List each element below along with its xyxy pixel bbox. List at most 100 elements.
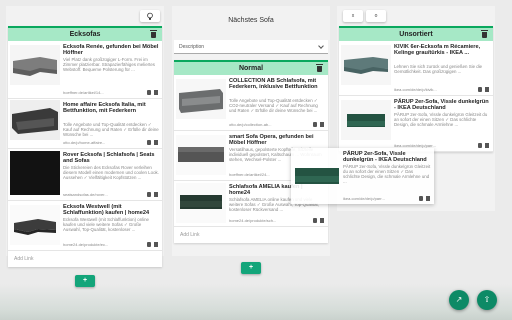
card-url[interactable]: seatsandsofas.de/rover... bbox=[63, 192, 123, 197]
column-header: Nächstes Sofa bbox=[172, 6, 330, 36]
trash-icon[interactable] bbox=[154, 192, 158, 197]
copy-icon[interactable] bbox=[147, 140, 151, 145]
card-url[interactable]: otto.de/p/home-affaire... bbox=[63, 140, 123, 145]
trash-icon[interactable] bbox=[316, 64, 323, 72]
trash-icon[interactable] bbox=[154, 90, 158, 95]
card-url[interactable]: ikea.com/de/de/p/kivik... bbox=[394, 87, 454, 92]
card-thumbnail bbox=[341, 100, 391, 140]
bulb-icon[interactable] bbox=[140, 10, 160, 22]
list-title[interactable]: Unsortiert bbox=[399, 31, 432, 38]
card-thumbnail bbox=[341, 45, 391, 85]
link-card[interactable]: Rover Ecksofa | Schlafsofa | Seats and S… bbox=[8, 149, 162, 201]
column-toolbar: x o bbox=[337, 6, 495, 26]
card-thumbnail bbox=[10, 100, 60, 140]
card-thumbnail bbox=[10, 205, 60, 245]
trash-icon[interactable] bbox=[154, 140, 158, 145]
copy-icon[interactable] bbox=[147, 90, 151, 95]
card-actions bbox=[313, 218, 324, 223]
card-description: Lehnen Sie sich zurück und genießen Sie … bbox=[394, 64, 483, 74]
add-link-input[interactable]: Add Link bbox=[174, 227, 328, 243]
trash-icon[interactable] bbox=[485, 143, 489, 148]
card-description: Tolle Angebote und Top-Qualität entdecke… bbox=[63, 122, 159, 137]
card-description: Viel Platz dank großzügiger L-Form. Frei… bbox=[63, 57, 155, 72]
copy-icon[interactable] bbox=[478, 87, 482, 92]
close-icon[interactable]: x bbox=[343, 10, 363, 22]
card-title[interactable]: KIVIK 6er-Ecksofa m Récamiere, Kelinge g… bbox=[394, 44, 490, 57]
card-thumbnail bbox=[176, 183, 226, 223]
link-card[interactable]: KIVIK 6er-Ecksofa m Récamiere, Kelinge g… bbox=[339, 41, 493, 96]
trash-icon[interactable] bbox=[150, 30, 157, 38]
card-actions bbox=[478, 143, 489, 148]
bottom-fade bbox=[0, 284, 512, 320]
upload-icon[interactable]: ⇧ bbox=[477, 290, 497, 310]
dragged-link-card[interactable]: PÄRUP 2er-Sofa, Vissle dunkelgrün - IKEA… bbox=[291, 148, 434, 204]
list-header: Normal bbox=[174, 62, 328, 75]
board-column-2: Nächstes Sofa Description Normal COLLECT… bbox=[172, 6, 330, 256]
card-title[interactable]: PÄRUP 2er-Sofa, Vissle dunkelgrün - IKEA… bbox=[343, 151, 431, 164]
card-thumbnail bbox=[176, 135, 226, 175]
list-header: Ecksofas bbox=[8, 28, 162, 41]
link-card[interactable]: PÄRUP 2er-Sofa, Vissle dunkelgrün - IKEA… bbox=[339, 96, 493, 152]
card-description: PÄRUP 2er-Sofa, Vissle dunkelgrün Gleitz… bbox=[394, 112, 488, 127]
card-title[interactable]: Rover Ecksofa | Schlafsofa | Seats and S… bbox=[63, 152, 159, 165]
list-title[interactable]: Normal bbox=[239, 65, 263, 72]
card-actions bbox=[147, 242, 158, 247]
card-url[interactable]: home24.de/produkte/ec... bbox=[63, 242, 123, 247]
copy-icon[interactable] bbox=[419, 196, 423, 201]
copy-icon[interactable] bbox=[313, 218, 317, 223]
card-url[interactable]: ikea.com/de/de/p/parr... bbox=[343, 196, 403, 201]
card-thumbnail bbox=[10, 151, 60, 195]
card-url[interactable]: hoeffner.de/artikel/14... bbox=[63, 90, 123, 95]
card-description: PÄRUP 2er-Sofa, Vissle dunkelgrün Gleitz… bbox=[343, 164, 431, 184]
card-description: Die Stickereien des Ecksofas Rover verle… bbox=[63, 165, 159, 180]
board-column-1: Ecksofas Ecksofa Renée, gefunden bei Möb… bbox=[6, 6, 164, 267]
link-card[interactable]: Home affaire Ecksofa Italia, mit Bettfun… bbox=[8, 99, 162, 149]
copy-icon[interactable] bbox=[147, 192, 151, 197]
card-thumbnail bbox=[295, 168, 339, 184]
column-title[interactable]: Nächstes Sofa bbox=[172, 6, 330, 36]
card-description: Ecksofa Westwell (mit Schlaffunktion) on… bbox=[63, 217, 149, 232]
chevron-down-icon bbox=[318, 43, 324, 49]
trash-icon[interactable] bbox=[154, 242, 158, 247]
card-title[interactable]: smart Sofa Opera, gefunden bei Möbel Höf… bbox=[229, 134, 325, 147]
card-title[interactable]: Ecksofa Renée, gefunden bei Möbel Höffne… bbox=[63, 44, 159, 57]
column-toolbar bbox=[6, 6, 164, 26]
add-link-input[interactable]: Add Link bbox=[8, 251, 162, 267]
list-title[interactable]: Ecksofas bbox=[70, 31, 101, 38]
settings-icon[interactable]: o bbox=[366, 10, 386, 22]
trash-icon[interactable] bbox=[481, 30, 488, 38]
card-title[interactable]: PÄRUP 2er-Sofa, Vissle dunkelgrün - IKEA… bbox=[394, 99, 490, 112]
card-title[interactable]: Home affaire Ecksofa Italia, mit Bettfun… bbox=[63, 102, 159, 115]
copy-icon[interactable] bbox=[478, 143, 482, 148]
trash-icon[interactable] bbox=[485, 87, 489, 92]
card-actions bbox=[478, 87, 489, 92]
sort-select[interactable]: Description bbox=[174, 40, 328, 54]
link-card[interactable]: COLLECTION AB Schlafsofa, mit Federkern,… bbox=[174, 75, 328, 131]
link-card[interactable]: Ecksofa Renée, gefunden bei Möbel Höffne… bbox=[8, 41, 162, 99]
card-actions bbox=[147, 140, 158, 145]
select-value: Description bbox=[179, 44, 205, 50]
card-actions bbox=[419, 196, 430, 201]
card-title[interactable]: COLLECTION AB Schlafsofa, mit Federkern,… bbox=[229, 78, 325, 91]
copy-icon[interactable] bbox=[147, 242, 151, 247]
card-thumbnail bbox=[176, 79, 226, 119]
card-thumbnail bbox=[10, 45, 60, 85]
link-card[interactable]: Ecksofa Westwell (mit Schlaffunktion) ka… bbox=[8, 201, 162, 251]
card-actions bbox=[147, 90, 158, 95]
add-list-button[interactable]: + bbox=[241, 262, 261, 274]
list-header: Unsortiert bbox=[339, 28, 493, 41]
card-description: Tolle Angebote und Top-Qualität entdecke… bbox=[229, 98, 318, 113]
trash-icon[interactable] bbox=[426, 196, 430, 201]
share-icon[interactable]: ↗ bbox=[449, 290, 469, 310]
card-url[interactable]: hoeffner.de/artikel/24... bbox=[229, 172, 289, 177]
trash-icon[interactable] bbox=[320, 122, 324, 127]
card-url[interactable]: otto.de/p/collection-ab... bbox=[229, 122, 289, 127]
trash-icon[interactable] bbox=[320, 218, 324, 223]
link-list-ecksofas: Ecksofas Ecksofa Renée, gefunden bei Möb… bbox=[8, 26, 162, 267]
card-url[interactable]: home24.de/produkte/sch... bbox=[229, 218, 289, 223]
card-actions bbox=[313, 122, 324, 127]
card-title[interactable]: Ecksofa Westwell (mit Schlaffunktion) ka… bbox=[63, 204, 159, 217]
card-actions bbox=[147, 192, 158, 197]
copy-icon[interactable] bbox=[313, 122, 317, 127]
add-list-button[interactable]: + bbox=[75, 275, 95, 287]
